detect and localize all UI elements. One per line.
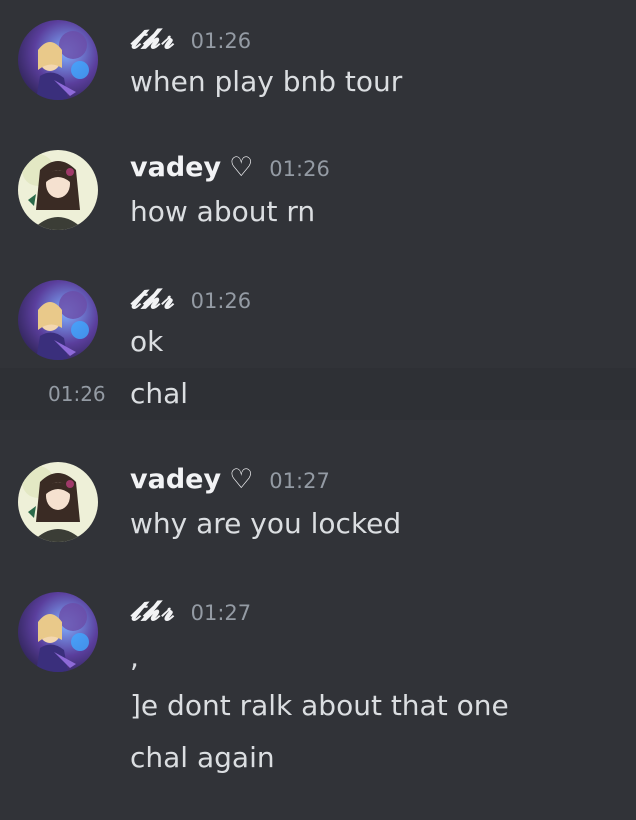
username[interactable]: 𝓽𝓱𝓻	[130, 594, 175, 628]
avatar-image	[18, 592, 98, 672]
avatar-image	[18, 280, 98, 360]
heart-icon: ♡	[229, 152, 254, 183]
followup-timestamp[interactable]: 01:26	[48, 376, 106, 412]
username[interactable]: 𝓽𝓱𝓻	[130, 22, 175, 56]
message-timestamp[interactable]: 01:26	[191, 29, 252, 53]
user-avatar-thr[interactable]	[18, 280, 98, 360]
message-text: ,	[130, 641, 139, 674]
message-header: 𝓽𝓱𝓻 01:26	[130, 22, 251, 58]
message-text: ]e dont ralk about that one	[130, 689, 509, 722]
message-header: vadey ♡ 01:27	[130, 464, 330, 500]
user-avatar-vadey[interactable]	[18, 462, 98, 542]
message-timestamp[interactable]: 01:26	[269, 157, 330, 181]
user-avatar-thr[interactable]	[18, 592, 98, 672]
chat-message-list: 𝓽𝓱𝓻 01:26 when play bnb tour vadey ♡ 01:…	[0, 0, 636, 820]
message-header: 𝓽𝓱𝓻 01:26	[130, 282, 251, 318]
user-avatar-thr[interactable]	[18, 20, 98, 100]
username[interactable]: vadey	[130, 152, 221, 183]
message-text: chal again	[130, 741, 275, 774]
username[interactable]: vadey	[130, 464, 221, 495]
message-text: when play bnb tour	[130, 65, 403, 98]
message-timestamp[interactable]: 01:26	[191, 289, 252, 313]
message-text: why are you locked	[130, 507, 402, 540]
avatar-image	[18, 150, 98, 230]
message-text: how about rn	[130, 195, 316, 228]
avatar-image	[18, 462, 98, 542]
message-timestamp[interactable]: 01:27	[191, 601, 252, 625]
heart-icon: ♡	[229, 464, 254, 495]
username[interactable]: 𝓽𝓱𝓻	[130, 282, 175, 316]
message-header: vadey ♡ 01:26	[130, 152, 330, 188]
message-timestamp[interactable]: 01:27	[269, 469, 330, 493]
avatar-image	[18, 20, 98, 100]
user-avatar-vadey[interactable]	[18, 150, 98, 230]
message-header: 𝓽𝓱𝓻 01:27	[130, 594, 251, 630]
message-text: chal	[130, 377, 189, 410]
message-text: ok	[130, 325, 164, 358]
